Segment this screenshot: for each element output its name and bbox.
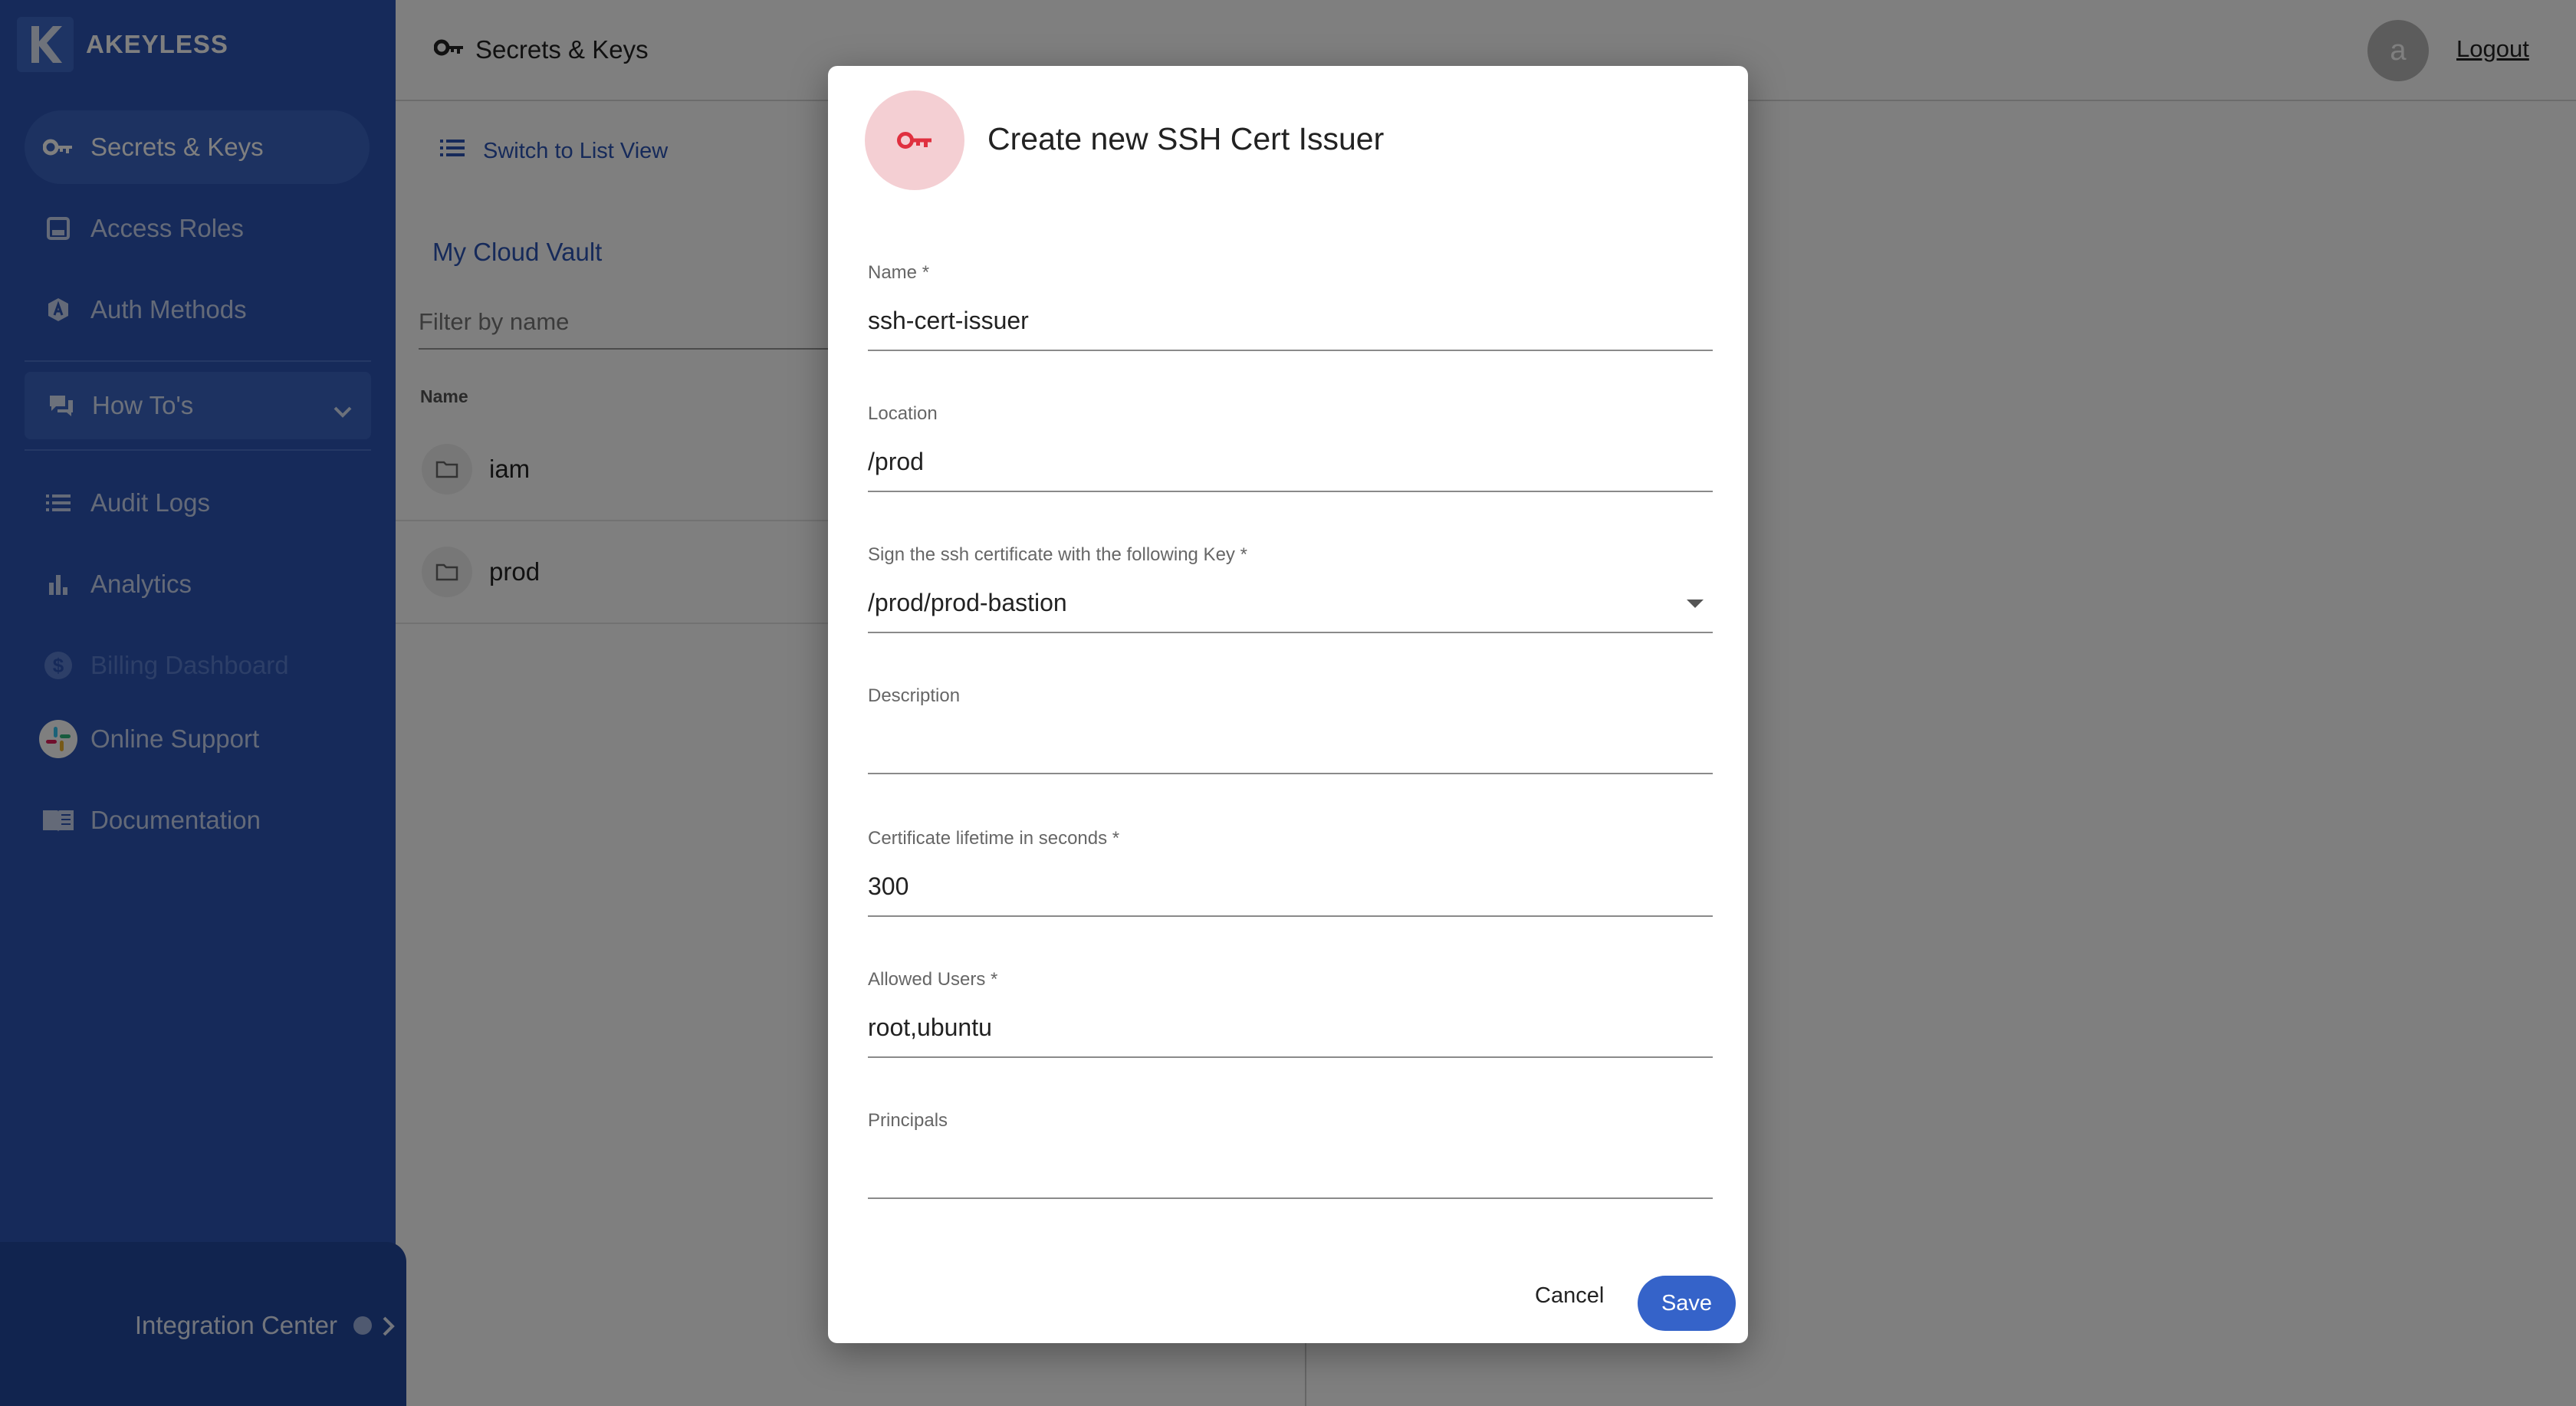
principals-field[interactable]: Principals: [868, 1110, 1713, 1199]
name-field[interactable]: Name * ssh-cert-issuer: [868, 262, 1713, 351]
field-label: Certificate lifetime in seconds *: [868, 828, 1120, 849]
description-field[interactable]: Description: [868, 685, 1713, 774]
signing-key-select[interactable]: Sign the ssh certificate with the follow…: [868, 544, 1713, 633]
allowed-users-input[interactable]: root,ubuntu: [868, 1013, 992, 1042]
signing-key-value[interactable]: /prod/prod-bastion: [868, 589, 1067, 617]
field-underline: [868, 773, 1713, 774]
key-icon: [865, 90, 964, 190]
location-input[interactable]: /prod: [868, 448, 924, 476]
name-input[interactable]: ssh-cert-issuer: [868, 307, 1029, 335]
field-label: Location: [868, 403, 938, 424]
certificate-lifetime-input[interactable]: 300: [868, 872, 909, 901]
field-label: Principals: [868, 1110, 948, 1131]
cancel-button[interactable]: Cancel: [1535, 1283, 1604, 1309]
field-label: Description: [868, 685, 961, 706]
dropdown-arrow-icon[interactable]: [1687, 600, 1704, 608]
field-label: Allowed Users *: [868, 969, 998, 990]
save-button[interactable]: Save: [1638, 1276, 1736, 1331]
field-underline: [868, 350, 1713, 351]
field-underline: [868, 915, 1713, 917]
field-underline: [868, 1056, 1713, 1058]
field-label: Sign the ssh certificate with the follow…: [868, 544, 1247, 565]
allowed-users-field[interactable]: Allowed Users * root,ubuntu: [868, 969, 1713, 1058]
field-label: Name *: [868, 262, 930, 283]
certificate-lifetime-field[interactable]: Certificate lifetime in seconds * 300: [868, 828, 1713, 917]
dialog-title: Create new SSH Cert Issuer: [987, 121, 1385, 156]
location-field[interactable]: Location /prod: [868, 403, 1713, 492]
create-ssh-cert-issuer-dialog: Create new SSH Cert Issuer Name * ssh-ce…: [828, 66, 1748, 1343]
field-underline: [868, 491, 1713, 492]
field-underline: [868, 1197, 1713, 1199]
field-underline: [868, 632, 1713, 633]
